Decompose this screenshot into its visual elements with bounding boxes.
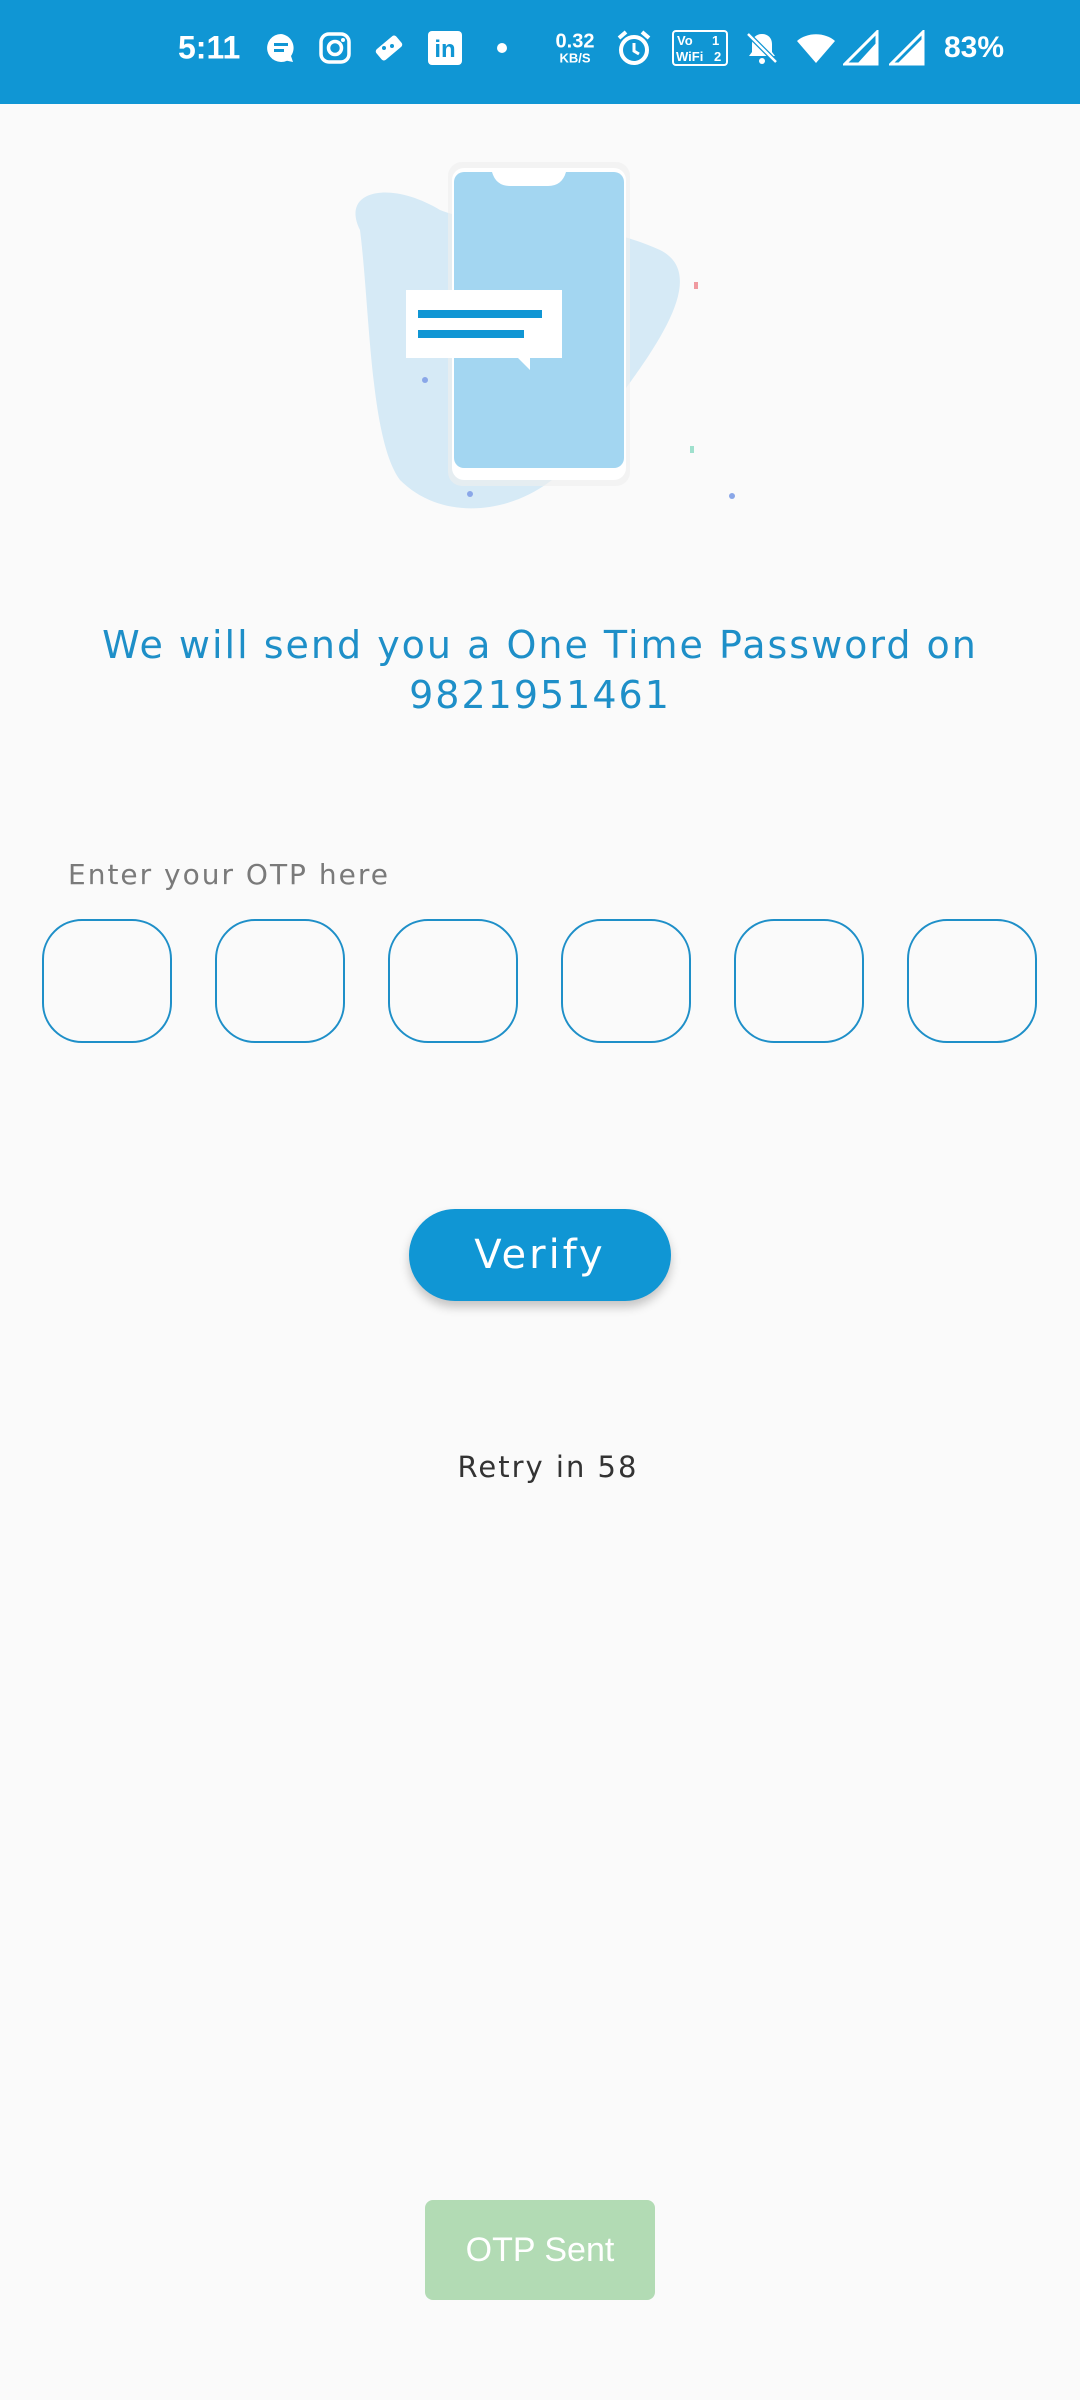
phone-number: 9821951461 (409, 673, 671, 717)
status-time: 5:11 (178, 29, 241, 66)
status-bar: 5:11 in 0.32 KB/S Vo 1 WiFi 2 83% (0, 0, 1080, 104)
signal-icon (889, 30, 925, 66)
otp-digit-4[interactable] (561, 919, 691, 1043)
otp-info-line: We will send you a One Time Password on (102, 623, 978, 667)
otp-label: Enter your OTP here (68, 858, 390, 891)
retry-countdown: Retry in 58 (457, 1450, 639, 1484)
svg-text:1: 1 (712, 33, 719, 48)
signal-icon (843, 30, 879, 66)
battery-percentage: 83% (944, 31, 1005, 64)
volte-wifi-icon: Vo 1 WiFi 2 (672, 30, 728, 66)
network-speed: 0.32 KB/S (552, 32, 598, 65)
svg-text:WiFi: WiFi (676, 49, 703, 64)
wifi-icon (796, 31, 836, 65)
speed-unit: KB/S (559, 50, 591, 66)
otp-digit-1[interactable] (42, 919, 172, 1043)
otp-info-text: We will send you a One Time Password on … (60, 620, 1020, 720)
message-icon (264, 31, 298, 65)
otp-digit-6[interactable] (907, 919, 1037, 1043)
game-icon (372, 31, 406, 65)
alarm-icon (614, 28, 654, 68)
instagram-icon (318, 31, 352, 65)
otp-digit-3[interactable] (388, 919, 518, 1043)
linkedin-icon: in (427, 30, 463, 66)
mute-icon (744, 30, 780, 66)
phone-message-illustration (330, 150, 750, 530)
otp-digit-2[interactable] (215, 919, 345, 1043)
verify-button[interactable]: Verify (409, 1209, 671, 1301)
svg-text:in: in (434, 36, 455, 63)
otp-sent-button[interactable]: OTP Sent (425, 2200, 655, 2300)
svg-text:2: 2 (714, 49, 721, 64)
speed-value: 0.32 (555, 30, 595, 53)
svg-text:Vo: Vo (677, 33, 693, 48)
otp-digit-5[interactable] (734, 919, 864, 1043)
dot-icon (496, 42, 508, 54)
